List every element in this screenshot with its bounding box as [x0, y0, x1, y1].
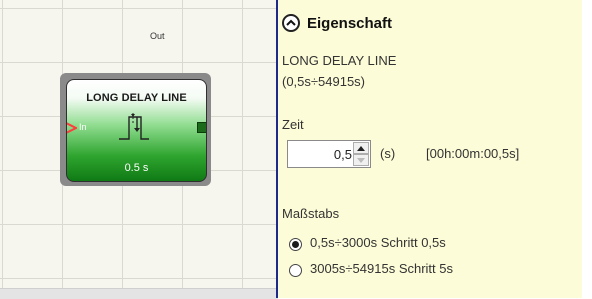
zeit-spinbox[interactable]: 0,5: [287, 140, 371, 168]
scale-label: Maßstabs: [282, 206, 340, 221]
scale-radio-1[interactable]: [289, 238, 302, 251]
panel-header: Eigenschaft: [282, 12, 392, 34]
zeit-label: Zeit: [282, 117, 304, 132]
right-margin: [582, 0, 592, 298]
scale-radio-2[interactable]: [289, 264, 302, 277]
long-delay-line-block[interactable]: LONG DELAY LINE In 0.5 s: [66, 79, 207, 182]
block-delay-value: 0.5 s: [124, 162, 149, 174]
output-pin[interactable]: [197, 122, 206, 133]
scale-option-2-label[interactable]: 3005s÷54915s Schritt 5s: [310, 261, 453, 276]
zeit-hms: [00h:00m:00,5s]: [426, 146, 520, 161]
scale-option-1-label[interactable]: 0,5s÷3000s Schritt 0,5s: [310, 235, 446, 250]
spin-down-button[interactable]: [353, 154, 369, 166]
spin-up-button[interactable]: [353, 142, 369, 154]
caret-up-icon: [357, 145, 365, 151]
radio-selected-dot: [292, 241, 299, 248]
block-output-label: Out: [150, 31, 165, 41]
caret-down-icon: [357, 157, 365, 163]
zeit-input[interactable]: 0,5: [334, 147, 352, 162]
range-label: (0,5s÷54915s): [282, 74, 366, 89]
block-input-label: In: [79, 122, 87, 132]
collapse-button[interactable]: [282, 14, 300, 32]
input-pin-icon[interactable]: [66, 122, 77, 134]
panel-title: Eigenschaft: [307, 14, 393, 32]
canvas-horizontal-scrollbar[interactable]: [0, 288, 278, 299]
block-type-label: LONG DELAY LINE: [282, 53, 397, 68]
block-title: LONG DELAY LINE: [86, 92, 187, 104]
zeit-unit: (s): [380, 146, 396, 161]
chevron-up-icon: [286, 19, 296, 26]
delay-line-symbol-icon: [119, 113, 149, 140]
